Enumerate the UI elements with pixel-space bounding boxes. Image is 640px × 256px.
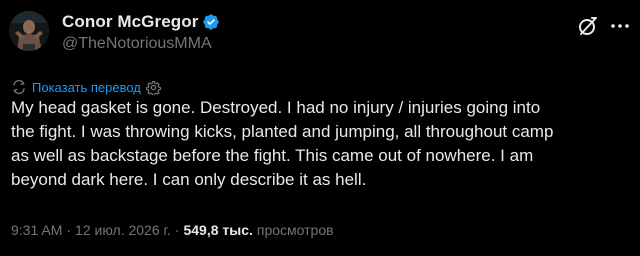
avatar[interactable] — [9, 11, 49, 51]
tweet-text: My head gasket is gone. Destroyed. I had… — [11, 98, 554, 189]
grok-icon[interactable] — [576, 14, 600, 38]
author-name-row[interactable]: Conor McGregor — [62, 11, 220, 33]
meta-separator-2: · — [174, 222, 180, 238]
views-label: просмотров — [256, 222, 334, 238]
views-count[interactable]: 549,8 тыс. — [183, 222, 252, 238]
display-name[interactable]: Conor McGregor — [62, 12, 198, 32]
tweet-date[interactable]: 12 июл. 2026 г. — [75, 222, 171, 238]
translate-icon — [11, 79, 27, 95]
translate-row: Показать перевод — [11, 78, 161, 96]
author-handle[interactable]: @TheNotoriousMMA — [62, 35, 212, 53]
tweet-time[interactable]: 9:31 AM — [11, 222, 62, 238]
gear-icon[interactable] — [145, 80, 161, 96]
profile-photo — [9, 11, 49, 51]
tweet: Conor McGregor @TheNotoriousMMA Показать… — [0, 0, 640, 256]
more-options-icon[interactable] — [608, 14, 632, 38]
tweet-meta: 9:31 AM · 12 июл. 2026 г. · 549,8 тыс. п… — [11, 222, 334, 242]
verified-badge-icon[interactable] — [202, 13, 220, 31]
show-translation-link[interactable]: Показать перевод — [32, 80, 141, 95]
meta-separator: · — [66, 222, 72, 238]
